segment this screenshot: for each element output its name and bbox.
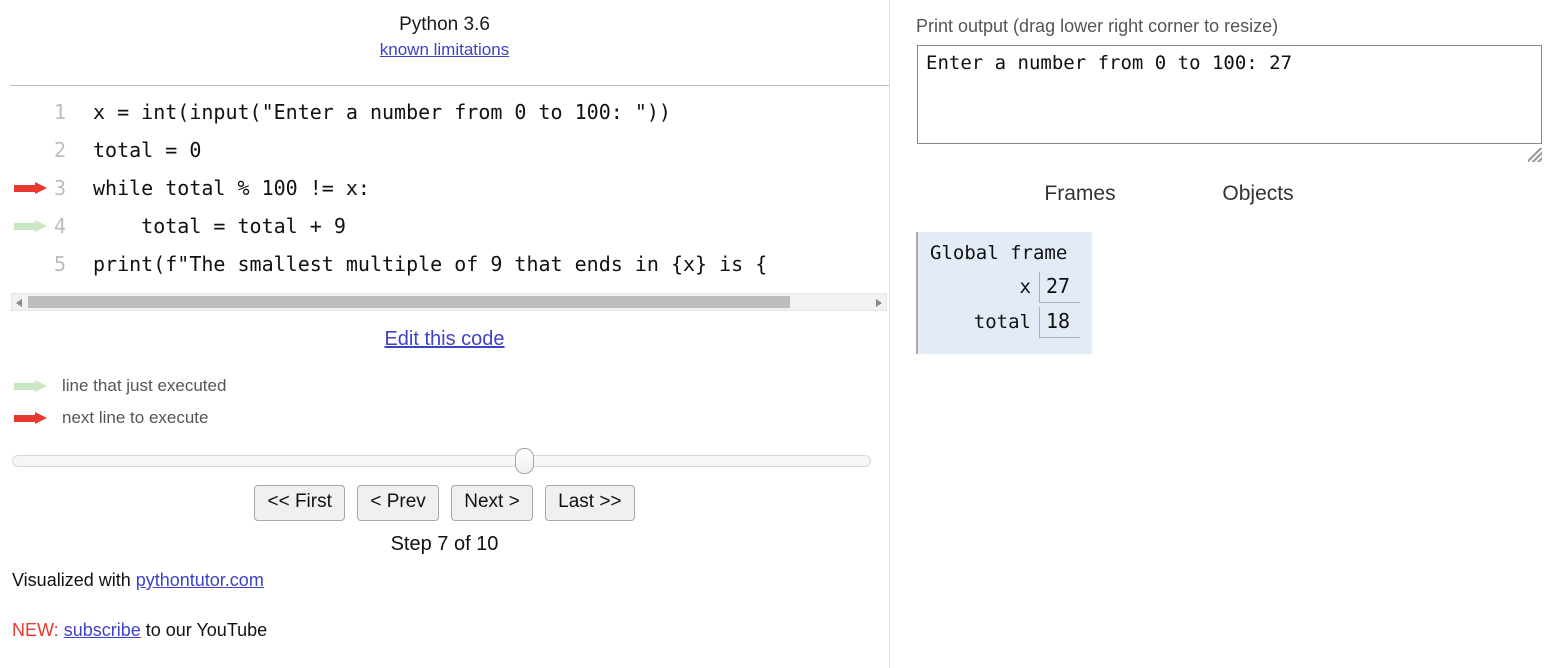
code-line-text: total = 0 <box>93 138 202 162</box>
step-slider[interactable] <box>12 448 871 474</box>
executed-line-arrow-icon <box>14 380 50 393</box>
edit-this-code-link[interactable]: Edit this code <box>0 328 889 351</box>
print-output-label: Print output (drag lower right corner to… <box>916 16 1279 36</box>
code-line-text: x = int(input("Enter a number from 0 to … <box>93 100 671 124</box>
new-tag-label: NEW: <box>12 620 59 640</box>
navigation-buttons: << First < Prev Next > Last >> <box>0 485 889 521</box>
code-line: 4 total = total + 9 <box>0 207 889 245</box>
legend-label-next: next line to execute <box>62 408 209 427</box>
code-scrollbar-thumb[interactable] <box>28 296 790 308</box>
code-display: 1 x = int(input("Enter a number from 0 t… <box>0 93 889 290</box>
step-counter-label: Step 7 of 10 <box>390 533 499 555</box>
code-line-number: 5 <box>53 252 66 276</box>
code-line-text: total = total + 9 <box>93 214 346 238</box>
code-header: Python 3.6 known limitations <box>0 12 889 62</box>
step-slider-handle[interactable] <box>515 448 534 474</box>
frame-variable-value: 27 <box>1039 272 1080 303</box>
prev-button[interactable]: < Prev <box>357 485 439 521</box>
pythontutor-link[interactable]: pythontutor.com <box>136 570 264 590</box>
code-line-text: print(f"The smallest multiple of 9 that … <box>93 252 768 276</box>
code-line: 2 total = 0 <box>0 131 889 169</box>
frame-variable-row: total 18 <box>918 307 1080 338</box>
code-line-text: while total % 100 != x: <box>93 176 370 200</box>
resize-handle-icon[interactable] <box>1528 148 1542 162</box>
frame-variable-value: 18 <box>1039 307 1080 338</box>
execution-legend: line that just executed next line to exe… <box>14 370 514 434</box>
legend-row-next: next line to execute <box>14 402 514 434</box>
scroll-right-arrow-icon[interactable] <box>876 299 882 307</box>
visualized-with-prefix: Visualized with <box>12 570 136 590</box>
subscribe-link[interactable]: subscribe <box>64 620 141 640</box>
next-button[interactable]: Next > <box>451 485 533 521</box>
scroll-left-arrow-icon[interactable] <box>16 299 22 307</box>
code-line-number: 1 <box>53 100 66 124</box>
visualization-pane: Print output (drag lower right corner to… <box>890 0 1553 668</box>
code-line: 5 print(f"The smallest multiple of 9 tha… <box>0 245 889 283</box>
code-pane: Python 3.6 known limitations 1 x = int(i… <box>0 0 889 668</box>
legend-label-executed: line that just executed <box>62 376 227 395</box>
code-line-number: 2 <box>53 138 66 162</box>
print-output-text: Enter a number from 0 to 100: 27 <box>926 52 1293 74</box>
print-output-box[interactable]: Enter a number from 0 to 100: 27 <box>917 45 1542 144</box>
subscribe-suffix: to our YouTube <box>140 620 268 640</box>
legend-row-executed: line that just executed <box>14 370 514 402</box>
frame-variable-row: x 27 <box>918 272 1080 303</box>
python-version-label: Python 3.6 <box>399 14 490 35</box>
first-button[interactable]: << First <box>254 485 345 521</box>
known-limitations-link[interactable]: known limitations <box>380 40 509 59</box>
header-divider <box>10 85 889 86</box>
step-slider-track[interactable] <box>12 455 871 467</box>
code-line: 1 x = int(input("Enter a number from 0 t… <box>0 93 889 131</box>
code-line-number: 3 <box>53 176 66 200</box>
frame-variable-name: x <box>1019 276 1031 298</box>
next-line-arrow-icon <box>14 412 50 425</box>
last-button[interactable]: Last >> <box>545 485 635 521</box>
global-frame: Global frame x 27 total 18 <box>916 232 1092 354</box>
visualized-with-line: Visualized with pythontutor.com <box>12 570 264 591</box>
code-line: 3 while total % 100 != x: <box>0 169 889 207</box>
objects-heading: Objects <box>1222 182 1294 205</box>
code-line-number: 4 <box>53 214 66 238</box>
new-subscribe-line: NEW: subscribe to our YouTube <box>12 620 267 641</box>
frame-variable-name: total <box>973 311 1031 333</box>
global-frame-title: Global frame <box>930 242 1068 264</box>
code-horizontal-scrollbar[interactable] <box>11 293 887 311</box>
